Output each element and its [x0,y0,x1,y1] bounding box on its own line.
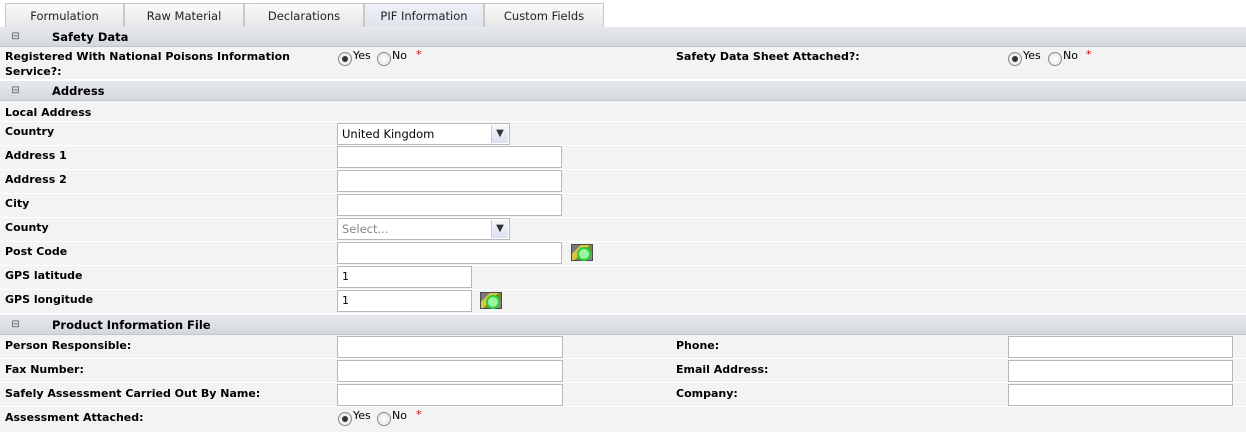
row-assessment-attached: Assessment Attached: Yes No * [0,407,1246,433]
address2-input[interactable] [337,170,562,192]
section-product-information-file: ⊟ Product Information File [0,315,1246,335]
npis-label: Registered With National Poisons Informa… [5,50,291,78]
collapse-icon[interactable]: ⊟ [10,85,21,96]
row-address2: Address 2 [0,170,1246,194]
email-address-input[interactable] [1008,360,1233,382]
row-npis: Registered With National Poisons Informa… [0,47,1246,80]
tab-declarations[interactable]: Declarations [244,3,364,27]
tab-custom-fields[interactable]: Custom Fields [484,3,604,27]
section-title: Product Information File [52,318,211,332]
longitude-label: GPS longitude [5,293,94,306]
row-person-phone: Person Responsible: Phone: [0,335,1246,359]
collapse-icon[interactable]: ⊟ [10,31,21,42]
address1-input[interactable] [337,146,562,168]
local-address-label: Local Address [5,106,92,119]
fax-number-input[interactable] [337,360,563,382]
latitude-input[interactable]: 1 [337,266,472,288]
row-fax-email: Fax Number: Email Address: [0,359,1246,383]
required-marker: * [1086,48,1092,61]
row-country: Country United Kingdom ▼ [0,122,1246,146]
row-latitude: GPS latitude 1 [0,266,1246,290]
geocode-map-icon[interactable] [571,244,593,261]
required-marker: * [416,48,422,61]
npis-yes-label: Yes [353,49,371,62]
chevron-down-icon[interactable]: ▼ [491,125,508,143]
tab-pif-information[interactable]: PIF Information [364,3,484,27]
geocode-map-icon[interactable] [480,292,502,309]
sds-no-radio[interactable] [1048,52,1062,66]
country-label: Country [5,125,55,138]
fax-number-label: Fax Number: [5,363,84,376]
latitude-label: GPS latitude [5,269,83,282]
address1-label: Address 1 [5,149,67,162]
county-select[interactable]: Select... ▼ [337,218,510,240]
person-responsible-input[interactable] [337,336,563,358]
city-label: City [5,197,30,210]
section-safety-data: ⊟ Safety Data [0,27,1246,47]
section-title: Address [52,84,105,98]
person-responsible-label: Person Responsible: [5,339,132,352]
assessor-name-label: Safely Assessment Carried Out By Name: [5,387,261,400]
row-address1: Address 1 [0,146,1246,170]
npis-yes-radio[interactable] [338,52,352,66]
company-input[interactable] [1008,384,1233,406]
tab-formulation[interactable]: Formulation [5,3,124,27]
sds-yes-label: Yes [1023,49,1041,62]
section-title: Safety Data [52,30,129,44]
section-address: ⊟ Address [0,81,1246,101]
postcode-input[interactable] [337,242,562,264]
collapse-icon[interactable]: ⊟ [10,319,21,330]
phone-label: Phone: [676,339,720,352]
assessment-attached-label: Assessment Attached: [5,411,144,424]
row-county: County Select... ▼ [0,218,1246,242]
country-select[interactable]: United Kingdom ▼ [337,123,510,145]
longitude-input[interactable]: 1 [337,290,472,312]
company-label: Company: [676,387,738,400]
assessor-name-input[interactable] [337,384,563,406]
row-city: City [0,194,1246,218]
row-local-address: Local Address [0,101,1246,122]
postcode-label: Post Code [5,245,68,258]
sds-no-label: No [1063,49,1078,62]
city-input[interactable] [337,194,562,216]
assessment-no-radio[interactable] [377,412,391,426]
address2-label: Address 2 [5,173,67,186]
tab-raw-material[interactable]: Raw Material [124,3,244,27]
sds-yes-radio[interactable] [1008,52,1022,66]
required-marker: * [416,408,422,421]
assessment-yes-radio[interactable] [338,412,352,426]
county-label: County [5,221,49,234]
phone-input[interactable] [1008,336,1233,358]
tab-bar: Formulation Raw Material Declarations PI… [0,3,1246,27]
assessment-no-label: No [392,409,407,422]
assessment-yes-label: Yes [353,409,371,422]
row-longitude: GPS longitude 1 [0,290,1246,314]
npis-no-radio[interactable] [377,52,391,66]
sds-label: Safety Data Sheet Attached?: [676,50,860,63]
row-assessor-company: Safely Assessment Carried Out By Name: C… [0,383,1246,407]
chevron-down-icon[interactable]: ▼ [491,220,508,238]
email-address-label: Email Address: [676,363,769,376]
npis-no-label: No [392,49,407,62]
row-postcode: Post Code [0,242,1246,266]
